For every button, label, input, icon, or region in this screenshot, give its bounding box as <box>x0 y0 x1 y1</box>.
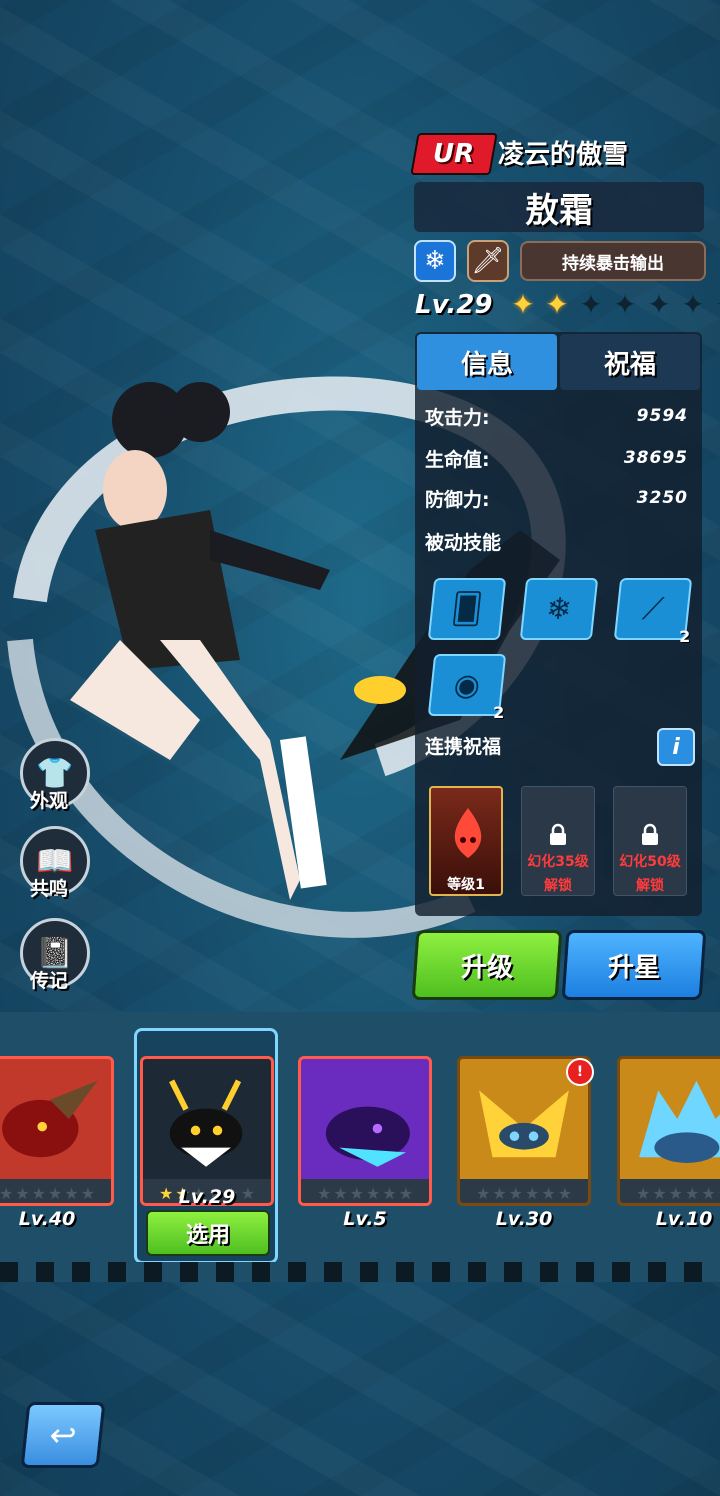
skill-count: 2 <box>492 703 505 722</box>
ice-beast-pet-icon <box>639 1080 720 1163</box>
stat-attack: 攻击力: 9594 <box>415 398 702 434</box>
pet-card-2[interactable]: ★ ★ ★ ★ ★ ★ <box>140 1056 274 1206</box>
upgrade-label: 升级 <box>460 952 513 983</box>
stat-value: 38695 <box>623 448 688 468</box>
back-arrow-icon: ↩ <box>47 1416 79 1454</box>
notification-badge: ! <box>566 1058 594 1086</box>
unlock-requirement: 幻化50级 <box>619 854 681 870</box>
pet-stars: ★★★★★★ <box>0 1179 111 1203</box>
hero-name-panel: 敖霜 <box>414 182 704 232</box>
upgrade-button[interactable]: 升级 <box>411 930 563 1000</box>
hero-subtitle: 凌云的傲雪 <box>498 139 629 170</box>
star-empty-icon: ✦ <box>681 288 705 321</box>
role-tag: 持续暴击输出 <box>520 241 706 281</box>
pet-level-4: Lv.30 <box>495 1208 553 1230</box>
select-button[interactable]: 选用 <box>146 1210 270 1256</box>
skill-dragon[interactable]: ◉ 2 <box>427 654 507 722</box>
pet-level-1: Lv.40 <box>18 1208 76 1230</box>
rarity-text: UR <box>433 139 475 169</box>
stat-label: 攻击力: <box>425 406 490 429</box>
info-panel: 信息 祝福 攻击力: 9594 生命值: 38695 防御力: 3250 被动技… <box>415 332 702 916</box>
stat-label: 生命值: <box>425 448 490 471</box>
combo-card-locked-1[interactable]: 幻化35级 解锁 <box>521 786 595 896</box>
hero-level: Lv.29 <box>415 290 493 320</box>
star-up-button[interactable]: 升星 <box>561 930 707 1000</box>
stat-hp: 生命值: 38695 <box>415 440 702 476</box>
pet-stars: ★★★★★★ <box>301 1179 429 1203</box>
star-up-label: 升星 <box>607 952 660 983</box>
star-empty-icon: ✦ <box>613 288 637 321</box>
tab-bless[interactable]: 祝福 <box>560 334 700 390</box>
lock-icon <box>550 823 566 845</box>
combo-bless-label: 连携祝福 <box>425 736 502 758</box>
star-empty-icon: ✦ <box>712 290 720 320</box>
lock-icon <box>642 823 658 845</box>
stat-value: 3250 <box>636 488 688 508</box>
claw-icon: ⟋ <box>640 591 666 627</box>
hero-name: 敖霜 <box>525 190 593 231</box>
skill-cards[interactable]: 🂠 <box>427 578 507 640</box>
resonance-label: 共鸣 <box>30 878 69 900</box>
snowflake-element-icon[interactable]: ❄ <box>414 240 456 282</box>
passive-skills-label: 被动技能 <box>425 532 502 554</box>
skill-snowflake[interactable]: ❄ <box>519 578 599 640</box>
pet-card-3[interactable]: ★ ★ ★ ★ ★ ★ <box>298 1056 432 1206</box>
skill-count: 2 <box>678 627 691 646</box>
pet-level-2: Lv.29 <box>178 1186 236 1208</box>
dragon-pet-icon <box>169 1079 243 1167</box>
pet-stars: ★★★★★★ <box>460 1179 588 1203</box>
star-empty-icon: ✦ <box>647 288 671 321</box>
info-icon[interactable]: i <box>657 728 695 766</box>
combo-card-active[interactable]: 等级1 <box>429 786 503 896</box>
skill-claw[interactable]: ⟋ 2 <box>613 578 693 646</box>
stat-label: 防御力: <box>425 488 490 511</box>
red-demon-pet-icon <box>2 1080 98 1158</box>
pet-level-5: Lv.10 <box>655 1208 713 1230</box>
pet-stars: ★★★★★★ <box>620 1179 720 1203</box>
tab-info[interactable]: 信息 <box>417 334 557 390</box>
pet-card-1[interactable]: ★ ★ ★ ★ ★ ★ <box>0 1056 114 1206</box>
star-filled-icon: ✦ <box>545 288 569 321</box>
purple-dragon-pet-icon <box>325 1106 410 1167</box>
biography-label: 传记 <box>30 970 69 992</box>
unlock-requirement: 幻化35级 <box>527 854 589 870</box>
combo-level-label: 等级1 <box>447 877 485 893</box>
star-rating: ✦✦✦✦✦✦✦ <box>508 290 720 320</box>
roster-divider <box>0 1262 720 1282</box>
stat-value: 9594 <box>636 406 688 426</box>
flame-icon <box>454 808 482 858</box>
unlock-label: 解锁 <box>636 878 664 894</box>
unlock-label: 解锁 <box>544 878 572 894</box>
cards-icon: 🂠 <box>449 591 485 627</box>
star-filled-icon: ✦ <box>511 288 535 321</box>
appearance-label: 外观 <box>30 790 69 812</box>
dragon-icon: ◉ <box>452 667 482 703</box>
sword-class-icon[interactable]: 🗡 <box>467 240 509 282</box>
combo-card-locked-2[interactable]: 幻化50级 解锁 <box>613 786 687 896</box>
rarity-badge: UR <box>410 133 498 175</box>
star-empty-icon: ✦ <box>579 288 603 321</box>
stat-defense: 防御力: 3250 <box>415 480 702 516</box>
pet-card-5[interactable]: ★★★★★★ <box>617 1056 720 1206</box>
snowflake-icon: ❄ <box>544 591 574 627</box>
back-button[interactable]: ↩ <box>20 1402 106 1468</box>
pet-level-3: Lv.5 <box>343 1208 387 1230</box>
